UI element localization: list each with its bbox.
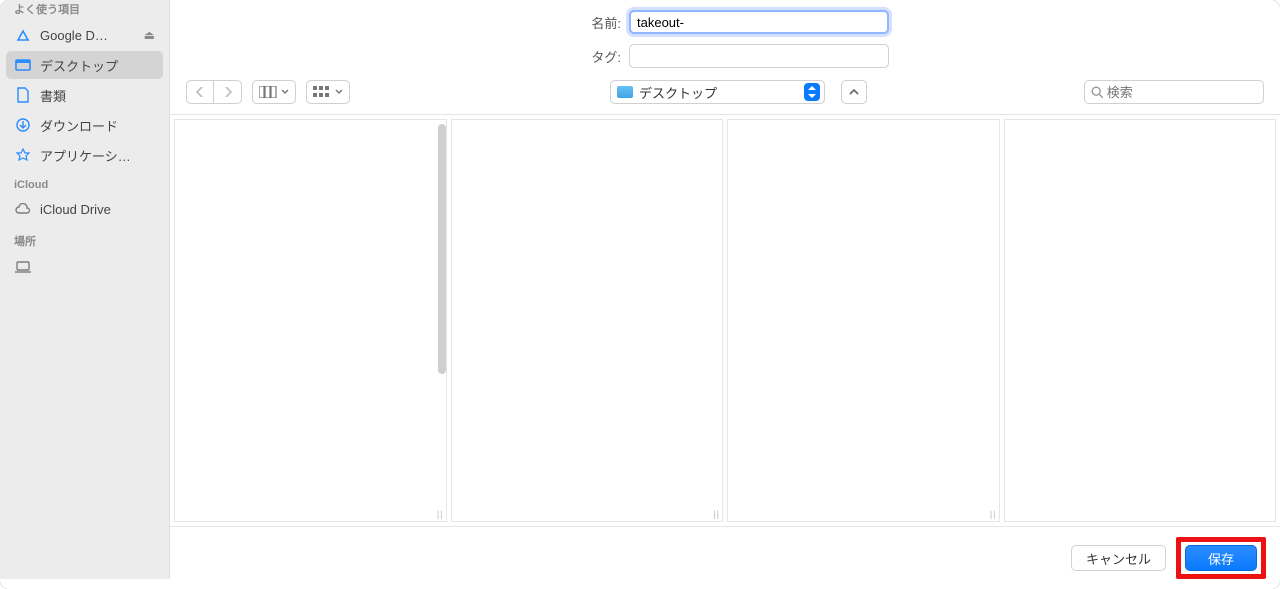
column-browser: || || || (170, 115, 1280, 526)
sidebar-item-label: Google D… (40, 28, 136, 43)
sidebar-item-applications[interactable]: アプリケーシ… (6, 141, 163, 169)
grid-icon (313, 86, 331, 98)
toolbar: デスクトップ (170, 68, 1280, 114)
tag-label: タグ: (571, 47, 621, 66)
save-highlight: 保存 (1176, 537, 1266, 579)
sidebar-item-downloads[interactable]: ダウンロード (6, 111, 163, 139)
chevron-left-icon (196, 87, 204, 97)
laptop-icon (14, 258, 32, 276)
column-resize-handle[interactable]: || (713, 509, 720, 519)
cancel-button[interactable]: キャンセル (1071, 545, 1166, 571)
column-resize-handle[interactable]: || (990, 509, 997, 519)
download-icon (14, 116, 32, 134)
sidebar-item-label: ダウンロード (40, 116, 155, 135)
search-box[interactable] (1084, 80, 1264, 104)
sidebar-item-icloud-drive[interactable]: iCloud Drive (6, 195, 163, 223)
column-1[interactable]: || (174, 119, 447, 522)
save-dialog: 名前: タグ: (0, 0, 1280, 589)
nav-back-forward (186, 80, 242, 104)
scrollbar-thumb[interactable] (438, 124, 446, 374)
group-by-button[interactable] (306, 80, 350, 104)
view-columns-button[interactable] (252, 80, 296, 104)
sidebar-item-desktop[interactable]: デスクトップ (6, 51, 163, 79)
sidebar-item-documents[interactable]: 書類 (6, 81, 163, 109)
location-name: デスクトップ (639, 83, 798, 102)
columns-icon (259, 86, 277, 98)
cloud-icon (14, 200, 32, 218)
name-label: 名前: (571, 13, 621, 32)
forward-button[interactable] (214, 80, 242, 104)
chevron-up-icon (849, 89, 859, 95)
chevron-down-icon (281, 89, 289, 95)
sidebar-item-google-drive[interactable]: Google D… ⏏ (6, 21, 163, 49)
stepper-icon (804, 83, 820, 101)
filename-input[interactable] (629, 10, 889, 34)
sidebar: よく使う項目 Google D… ⏏ デスクトップ 書類 (0, 0, 170, 579)
folder-icon (617, 86, 633, 98)
sidebar-section-favorites: よく使う項目 (6, 0, 163, 19)
sidebar-item-computer[interactable] (6, 253, 163, 281)
sidebar-item-label: デスクトップ (40, 56, 155, 75)
location-popup[interactable]: デスクトップ (610, 80, 825, 104)
gdrive-icon (14, 26, 32, 44)
sidebar-item-label: アプリケーシ… (40, 146, 155, 165)
body: よく使う項目 Google D… ⏏ デスクトップ 書類 (0, 114, 1280, 526)
search-input[interactable] (1107, 85, 1257, 100)
doc-icon (14, 86, 32, 104)
sidebar-section-icloud: iCloud (6, 171, 163, 193)
chevron-down-icon (335, 89, 343, 95)
search-icon (1091, 86, 1103, 99)
desktop-icon (14, 56, 32, 74)
collapse-button[interactable] (841, 80, 867, 104)
sidebar-section-locations: 場所 (6, 225, 163, 251)
sidebar-item-label: 書類 (40, 86, 155, 105)
tag-input[interactable] (629, 44, 889, 68)
top-form: 名前: タグ: (0, 0, 1280, 68)
back-button[interactable] (186, 80, 214, 104)
sidebar-item-label: iCloud Drive (40, 202, 155, 217)
save-button[interactable]: 保存 (1185, 545, 1257, 571)
footer: 新規フォルダ キャンセル 保存 (0, 526, 1280, 589)
column-resize-handle[interactable]: || (437, 509, 444, 519)
eject-icon[interactable]: ⏏ (144, 28, 155, 42)
chevron-right-icon (224, 87, 232, 97)
column-4[interactable] (1004, 119, 1277, 522)
column-2[interactable]: || (451, 119, 724, 522)
column-3[interactable]: || (727, 119, 1000, 522)
apps-icon (14, 146, 32, 164)
